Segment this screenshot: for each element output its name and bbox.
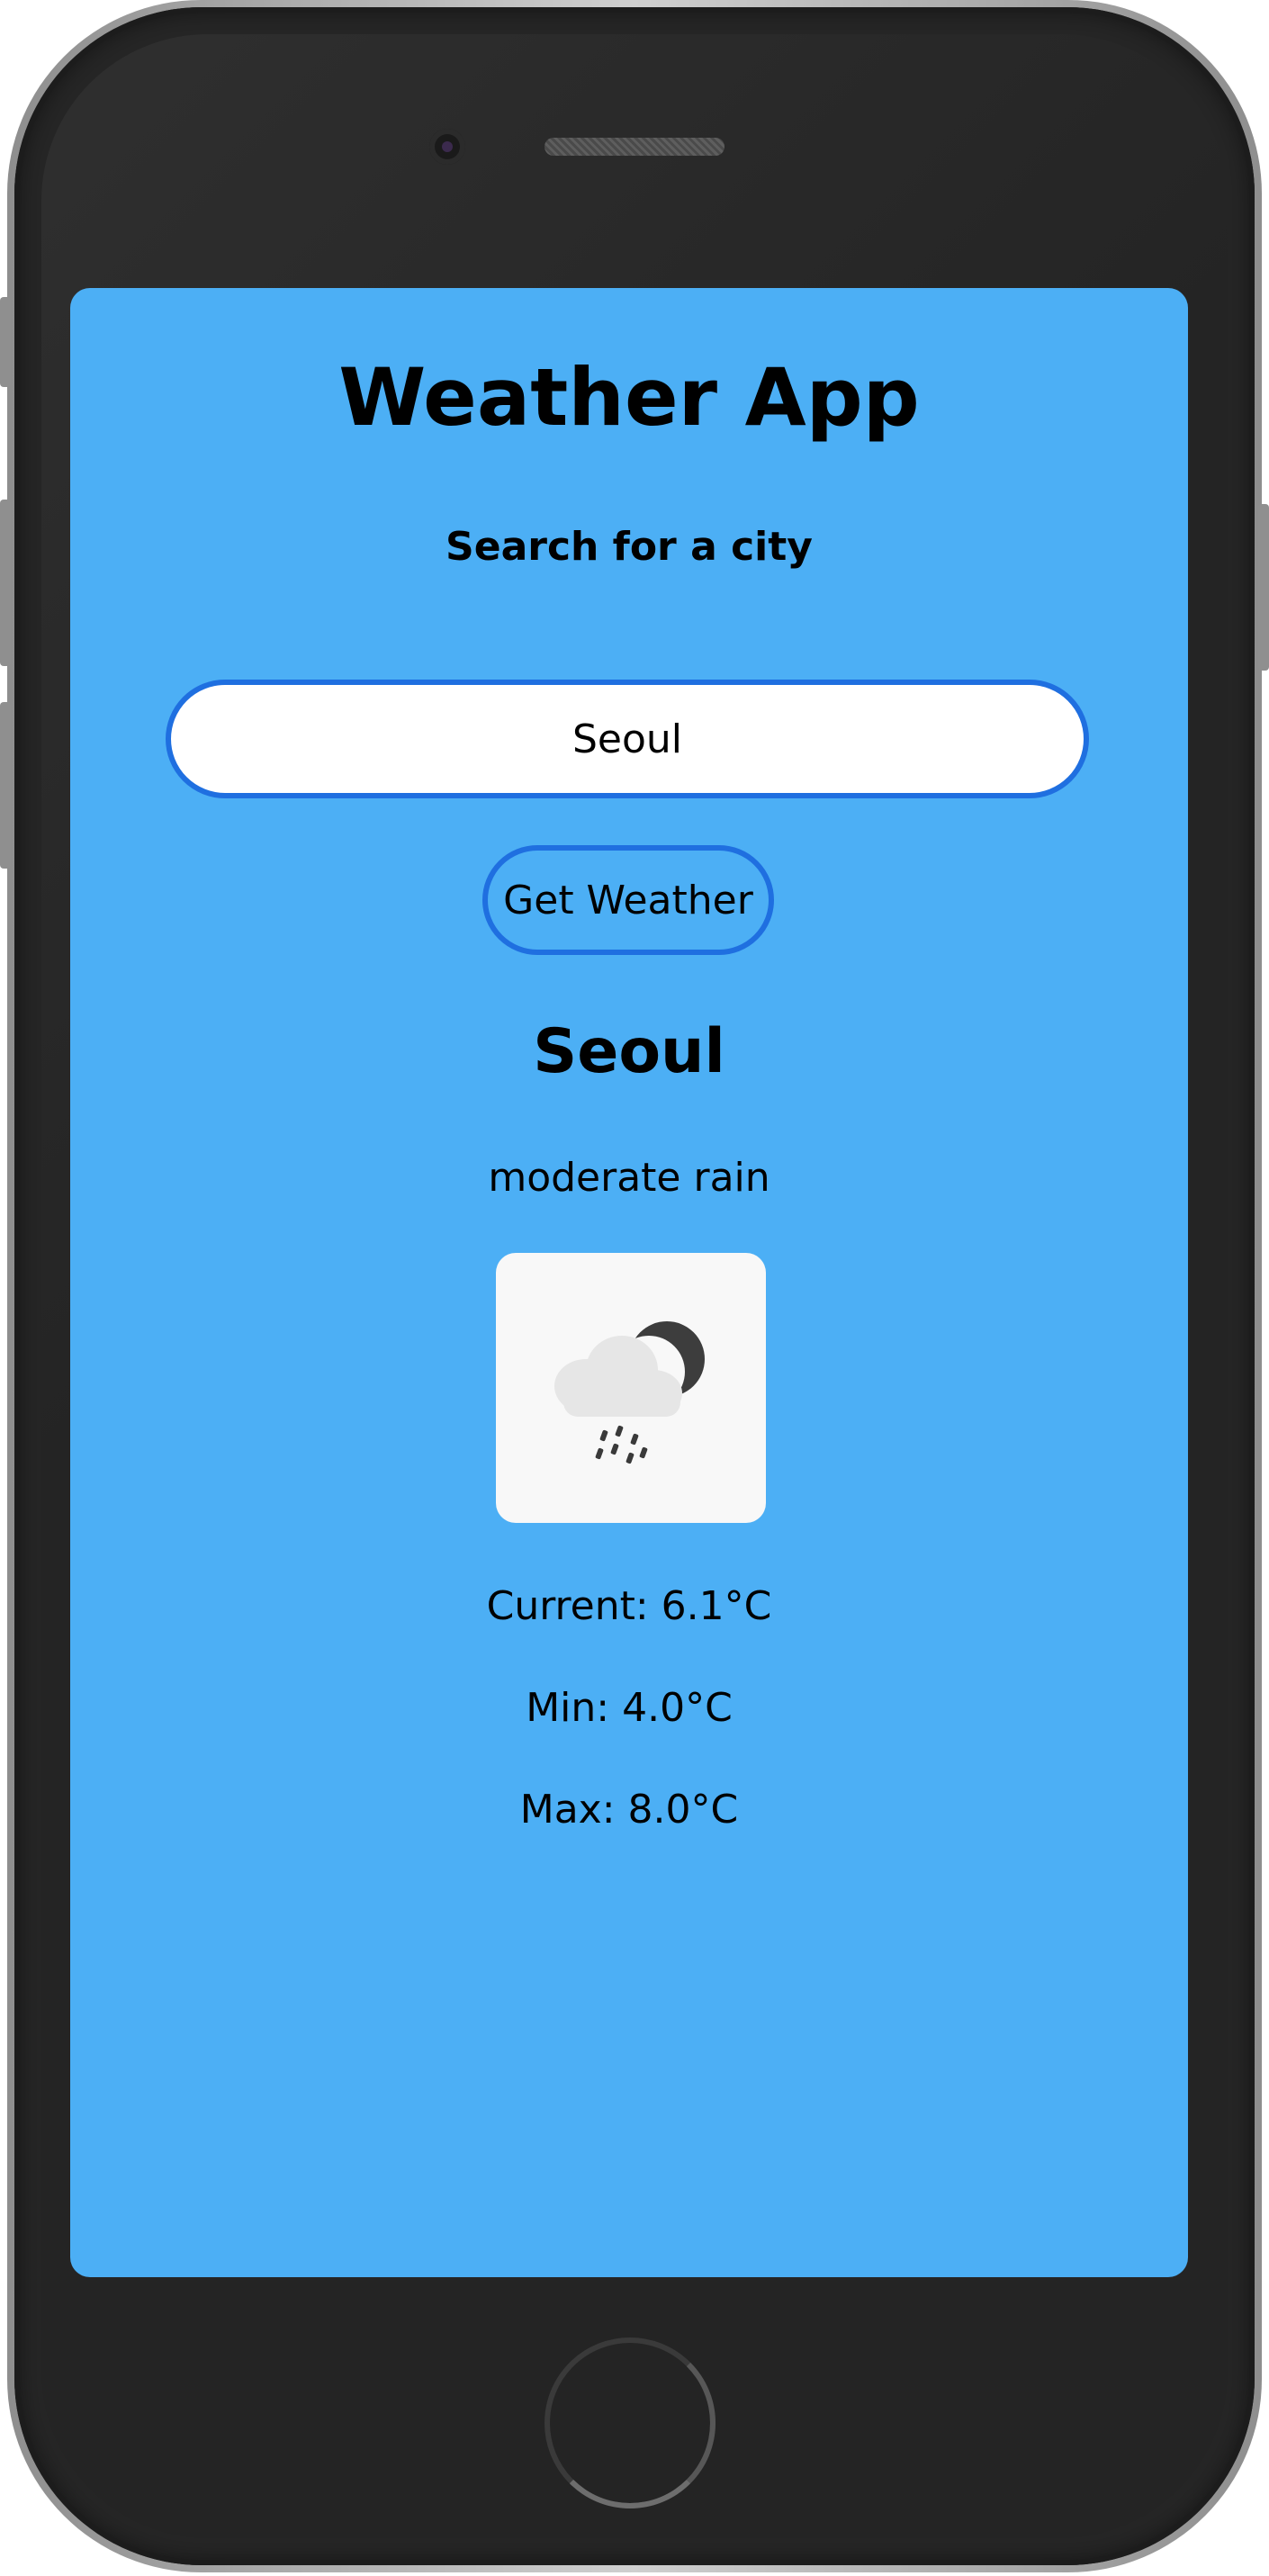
- weather-description: moderate rain: [488, 1155, 770, 1201]
- city-search-input[interactable]: [166, 680, 1089, 798]
- speaker-grille: [544, 138, 724, 156]
- front-camera-icon: [429, 129, 465, 165]
- get-weather-button[interactable]: Get Weather: [482, 845, 774, 955]
- min-temperature: Min: 4.0°C: [526, 1685, 733, 1731]
- app-title: Weather App: [338, 351, 920, 444]
- side-button-volume-up: [0, 500, 11, 666]
- search-heading: Search for a city: [446, 524, 813, 570]
- app-screen: Weather App Search for a city Get Weathe…: [70, 288, 1188, 2277]
- weather-icon-card: [496, 1253, 766, 1523]
- side-button-power: [1258, 504, 1269, 671]
- home-button[interactable]: [544, 2337, 716, 2508]
- side-button-mute: [0, 297, 11, 387]
- max-temperature: Max: 8.0°C: [519, 1787, 739, 1833]
- city-name: Seoul: [533, 1016, 725, 1087]
- current-temperature: Current: 6.1°C: [486, 1583, 772, 1629]
- side-button-volume-down: [0, 702, 11, 869]
- moon-cloud-rain-icon: [554, 1321, 705, 1464]
